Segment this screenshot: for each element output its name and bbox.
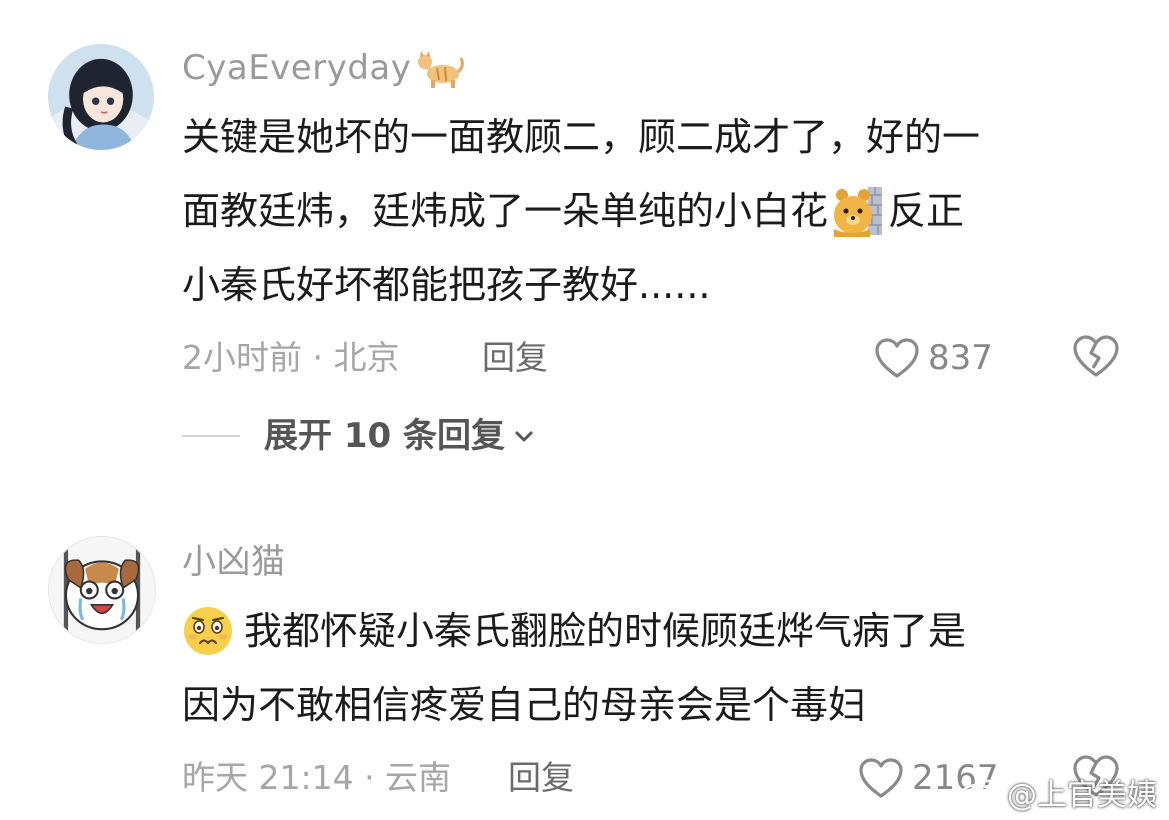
username[interactable]: 小凶猫 (182, 540, 286, 584)
like-count: 837 (928, 338, 993, 378)
broken-heart-icon[interactable] (1072, 334, 1120, 378)
watermark-text: @上官美姨 (1007, 778, 1157, 813)
comment-line: 因为不敢相信疼爱自己的母亲会是个毒妇 (182, 683, 867, 727)
comment-meta: 昨天 21:14 · 云南 (182, 758, 452, 797)
expand-replies-button[interactable]: 展开 10 条回复 (182, 414, 535, 458)
heart-icon (859, 758, 903, 798)
comment-text: 关键是她坏的一面教顾二，顾二成才了，好的一 面教廷炜，廷炜成了一朵单纯的小白花 … (182, 100, 1122, 322)
chevron-down-icon (515, 431, 533, 442)
username[interactable]: CyaEveryday (182, 46, 465, 90)
comment-item: CyaEveryday 关键是她坏的一面教顾二，顾二成才了，好的一 面教廷炜，廷… (0, 0, 1169, 480)
comment-line: 小秦氏好坏都能把孩子教好...... (182, 263, 711, 307)
watermark: @上官美姨 (959, 770, 1157, 814)
like-button[interactable]: 837 (874, 336, 993, 380)
username-text: CyaEveryday (182, 48, 412, 88)
reply-button[interactable]: 回复 (482, 336, 548, 380)
comment-line: 面教廷炜，廷炜成了一朵单纯的小白花 反正 (182, 174, 1122, 248)
avatar[interactable] (48, 44, 154, 150)
comment-text: 我都怀疑小秦氏翻脸的时候顾廷烨气病了是 因为不敢相信疼爱自己的母亲会是个毒妇 (182, 594, 1122, 742)
comment-meta: 2小时前 · 北京 (182, 338, 400, 377)
avatar[interactable] (48, 536, 156, 644)
expand-replies-label: 展开 10 条回复 (264, 416, 505, 456)
confused-face-emoji-icon (182, 605, 234, 657)
weibo-logo-icon (959, 779, 999, 809)
comment-line-part: 我都怀疑小秦氏翻脸的时候顾廷烨气病了是 (244, 609, 967, 653)
comment-line-part: 反正 (888, 189, 965, 233)
comment-line: 关键是她坏的一面教顾二，顾二成才了，好的一 (182, 115, 981, 159)
bear-peeking-emoji-icon (832, 185, 884, 237)
username-text: 小凶猫 (182, 542, 286, 582)
divider (182, 435, 240, 437)
heart-icon (875, 338, 919, 378)
comment-line-part: 面教廷炜，廷炜成了一朵单纯的小白花 (182, 189, 829, 233)
reply-button[interactable]: 回复 (508, 756, 574, 800)
cat-emoji-icon (413, 46, 465, 90)
comment-line: 我都怀疑小秦氏翻脸的时候顾廷烨气病了是 (182, 594, 1122, 668)
